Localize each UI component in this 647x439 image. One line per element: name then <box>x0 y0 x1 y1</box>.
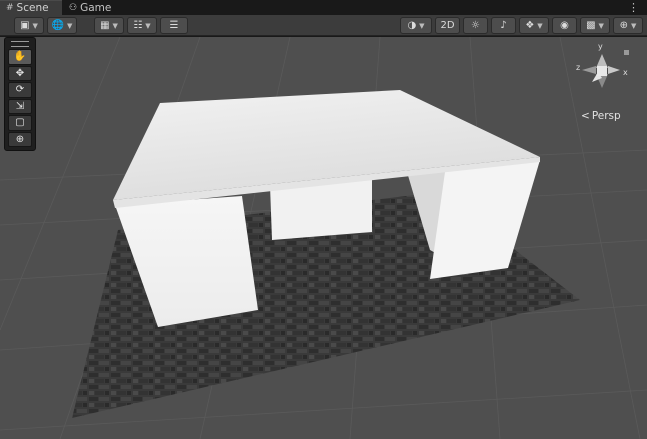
chevron-left-icon: < <box>581 110 590 122</box>
move-arrows-icon: ✥ <box>15 67 25 79</box>
scene-render <box>0 37 647 439</box>
axis-y-label: y <box>598 42 603 51</box>
transform-icon: ⊕ <box>15 133 25 145</box>
effects-dropdown[interactable]: ❖ ▼ <box>519 17 549 34</box>
transform-tool-button[interactable]: ⊕ <box>8 131 32 147</box>
projection-label: Persp <box>591 110 621 122</box>
rect-transform-icon: ▢ <box>15 117 25 129</box>
speaker-icon: ♪ <box>500 20 507 31</box>
rotate-tool-button[interactable]: ⟳ <box>8 82 32 98</box>
tool-palette: ✋ ✥ ⟳ ⇲ ▢ ⊕ <box>4 37 36 151</box>
tab-scene[interactable]: # Scene <box>0 0 62 15</box>
grid-visibility-dropdown[interactable]: ☷ ▼ <box>127 17 157 34</box>
hand-tool-button[interactable]: ✋ <box>8 49 32 65</box>
move-tool-button[interactable]: ✥ <box>8 65 32 81</box>
rect-tool-button[interactable]: ▢ <box>8 115 32 131</box>
chevron-down-icon: ▼ <box>67 21 73 30</box>
axis-z-label: z <box>576 63 580 72</box>
chevron-down-icon: ▼ <box>631 21 637 30</box>
increment-snap-button[interactable]: ☰ <box>160 17 188 34</box>
axis-gizmo-icon: y x z <box>576 42 629 88</box>
camera-icon: ▩ <box>586 20 596 31</box>
gizmos-dropdown[interactable]: ⊕ ▼ <box>613 17 643 34</box>
chevron-down-icon: ▼ <box>145 21 151 30</box>
draw-mode-dropdown[interactable]: ▣ ▼ <box>14 17 44 34</box>
tab-game[interactable]: ⚇ Game <box>63 0 117 15</box>
globe-icon: 🌐 <box>51 20 65 31</box>
draw-mode-icon: ▣ <box>20 20 30 31</box>
scene-viewport[interactable] <box>0 37 647 439</box>
global-view-dropdown[interactable]: 🌐 ▼ <box>47 17 77 34</box>
chevron-down-icon: ▼ <box>537 21 543 30</box>
tab-game-label: Game <box>80 1 112 14</box>
chevron-down-icon: ▼ <box>419 21 425 30</box>
hash-icon: # <box>6 3 14 13</box>
orientation-gizmo[interactable]: y x z <box>568 40 638 102</box>
grid-snap-icon: ▦ <box>100 20 110 31</box>
scene-toolbar: ▣ ▼ 🌐 ▼ ▦ ▼ ☷ ▼ ☰ ◑ ▼ 2D ☼ ♪ ❖ ▼ ◉ ▩ ▼ ⊕ ▼ <box>0 15 647 36</box>
chevron-down-icon: ▼ <box>112 21 118 30</box>
lighting-toggle-button[interactable]: ☼ <box>463 17 488 34</box>
tab-scene-label: Scene <box>16 2 49 14</box>
effects-layers-icon: ❖ <box>525 20 535 31</box>
more-options-icon[interactable]: ⋮ <box>628 1 639 14</box>
gamepad-icon: ⚇ <box>69 2 78 13</box>
chevron-down-icon: ▼ <box>32 21 38 30</box>
toggle-2d-label: 2D <box>440 20 455 31</box>
shading-mode-dropdown[interactable]: ◑ ▼ <box>400 17 432 34</box>
scale-icon: ⇲ <box>15 100 25 112</box>
lightbulb-icon: ☼ <box>471 20 480 31</box>
palette-grip-handle[interactable] <box>11 41 29 47</box>
eye-slash-icon: ◉ <box>560 20 569 31</box>
toggle-2d-button[interactable]: 2D <box>435 17 460 34</box>
grid-snapping-dropdown[interactable]: ▦ ▼ <box>94 17 124 34</box>
projection-toggle[interactable]: < Persp <box>581 110 621 122</box>
rotate-icon: ⟳ <box>15 84 25 96</box>
grid-icon: ☷ <box>133 20 143 31</box>
hidden-objects-toggle-button[interactable]: ◉ <box>552 17 577 34</box>
hand-icon: ✋ <box>13 51 27 63</box>
shading-sphere-icon: ◑ <box>407 20 417 31</box>
camera-settings-dropdown[interactable]: ▩ ▼ <box>580 17 610 34</box>
gizmo-icon: ⊕ <box>619 20 628 31</box>
scale-tool-button[interactable]: ⇲ <box>8 98 32 114</box>
tab-bar: # Scene ⚇ Game ⋮ <box>0 0 647 15</box>
axis-x-label: x <box>623 68 628 77</box>
chevron-down-icon: ▼ <box>598 21 604 30</box>
ruler-icon: ☰ <box>169 20 179 31</box>
audio-toggle-button[interactable]: ♪ <box>491 17 516 34</box>
